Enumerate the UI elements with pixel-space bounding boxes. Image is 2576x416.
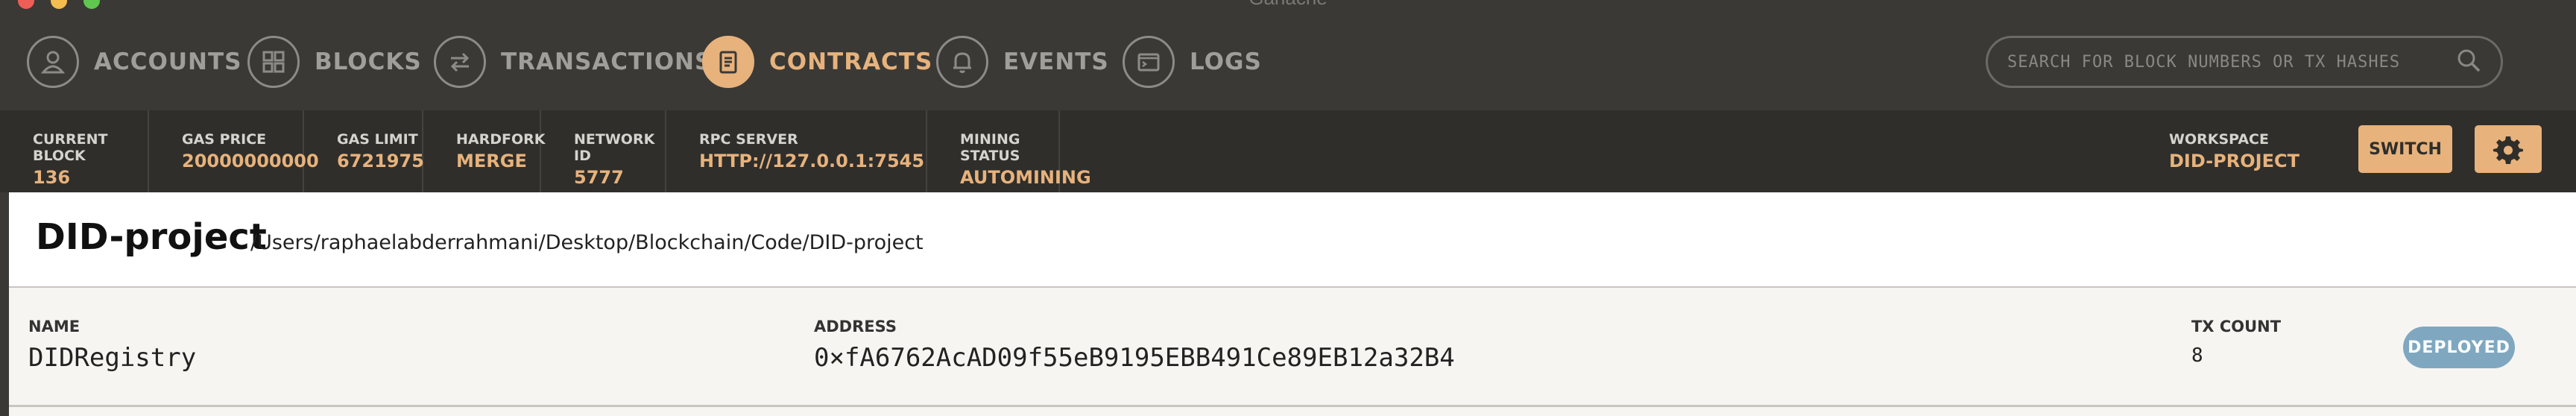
stat-current-block: CURRENT BLOCK 136	[0, 110, 149, 192]
workspace-info: WORKSPACE DID-PROJECT	[2169, 131, 2299, 171]
current-block-value: 136	[33, 167, 71, 188]
project-header: DID-project /Users/raphaelabderrahmani/D…	[9, 192, 2576, 288]
workspace-label: WORKSPACE	[2169, 131, 2269, 148]
network-id-label: NETWORK ID	[574, 131, 655, 164]
status-bar: CURRENT BLOCK 136 GAS PRICE 20000000000 …	[0, 110, 2576, 192]
transactions-icon	[434, 36, 486, 88]
nav-events[interactable]: EVENTS	[936, 36, 1109, 88]
stat-network-id: NETWORK ID 5777	[541, 110, 666, 192]
gas-price-label: GAS PRICE	[182, 131, 267, 148]
stat-gas-price: GAS PRICE 20000000000	[149, 110, 319, 192]
nav-blocks[interactable]: BLOCKS	[247, 36, 422, 88]
nav-logs-label: LOGS	[1190, 48, 1262, 75]
tx-count-label: TX COUNT	[2191, 318, 2282, 335]
project-path: /Users/raphaelabderrahmani/Desktop/Block…	[250, 231, 924, 254]
nav-accounts[interactable]: ACCOUNTS	[27, 36, 242, 88]
nav-contracts[interactable]: CONTRACTS	[702, 36, 932, 88]
switch-workspace-button[interactable]: SWITCH	[2358, 125, 2452, 173]
rpc-server-value: HTTP://127.0.0.1:7545	[699, 151, 925, 171]
nav-blocks-label: BLOCKS	[315, 48, 422, 75]
network-id-value: 5777	[574, 167, 624, 188]
gear-icon	[2493, 136, 2523, 164]
nav-transactions-label: TRANSACTIONS	[501, 48, 713, 75]
stat-gas-limit: GAS LIMIT 6721975	[304, 110, 424, 192]
contract-name-label: NAME	[28, 318, 80, 335]
search-placeholder: SEARCH FOR BLOCK NUMBERS OR TX HASHES	[2007, 52, 2401, 72]
nav-events-label: EVENTS	[1003, 48, 1109, 75]
status-badge: DEPLOYED	[2403, 327, 2515, 368]
hardfork-value: MERGE	[456, 151, 527, 171]
terminal-icon	[1123, 36, 1175, 88]
title-bar: Ganache	[0, 0, 2576, 10]
top-nav: ACCOUNTS BLOCKS TRANSACTIONS CONTRACTS E…	[0, 10, 2576, 110]
stat-rpc-server: RPC SERVER HTTP://127.0.0.1:7545	[666, 110, 927, 192]
contract-row[interactable]: NAME DIDRegistry ADDRESS 0×fA6762AcAD09f…	[9, 288, 2576, 407]
current-block-label: CURRENT BLOCK	[33, 131, 108, 164]
contract-name: DIDRegistry	[28, 343, 197, 373]
mining-status-value: AUTOMINING	[960, 167, 1091, 188]
mining-status-label: MINING STATUS	[960, 131, 1020, 164]
nav-logs[interactable]: LOGS	[1123, 36, 1262, 88]
gas-price-value: 20000000000	[182, 151, 319, 171]
contract-address-label: ADDRESS	[814, 318, 897, 335]
contracts-icon	[702, 36, 754, 88]
tx-count-value: 8	[2191, 344, 2203, 367]
settings-button[interactable]	[2475, 125, 2542, 173]
hardfork-label: HARDFORK	[456, 131, 546, 148]
search-input[interactable]: SEARCH FOR BLOCK NUMBERS OR TX HASHES	[1986, 36, 2503, 88]
bell-icon	[936, 36, 988, 88]
search-icon[interactable]	[2456, 48, 2481, 77]
blocks-icon	[247, 36, 300, 88]
account-icon	[27, 36, 79, 88]
stat-mining-status: MINING STATUS AUTOMINING	[927, 110, 1091, 192]
nav-accounts-label: ACCOUNTS	[94, 48, 242, 75]
nav-contracts-label: CONTRACTS	[769, 48, 933, 75]
stat-hardfork: HARDFORK MERGE	[423, 110, 546, 192]
gas-limit-value: 6721975	[337, 151, 424, 171]
window-title: Ganache	[0, 0, 2576, 10]
nav-transactions[interactable]: TRANSACTIONS	[434, 36, 712, 88]
rpc-server-label: RPC SERVER	[699, 131, 798, 148]
window-left-edge	[0, 192, 9, 416]
contract-address: 0×fA6762AcAD09f55eB9195EBB491Ce89EB12a32…	[814, 343, 1455, 373]
project-title: DID-project	[36, 216, 267, 258]
workspace-value: DID-PROJECT	[2169, 151, 2299, 171]
gas-limit-label: GAS LIMIT	[337, 131, 418, 148]
